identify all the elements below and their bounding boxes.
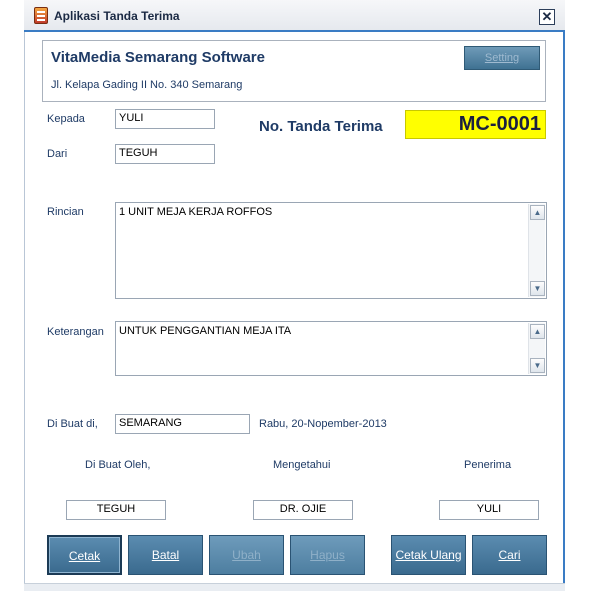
cari-button-label: Cari <box>498 548 521 562</box>
hapus-button[interactable]: Hapus <box>290 535 365 575</box>
rincian-label: Rincian <box>47 206 84 218</box>
dari-input[interactable]: TEGUH <box>115 144 215 164</box>
window-title: Aplikasi Tanda Terima <box>54 9 180 23</box>
scroll-up-icon[interactable]: ▲ <box>530 324 545 339</box>
dari-label: Dari <box>47 148 68 160</box>
batal-button-label: Batal <box>151 548 180 562</box>
dibuat-di-label: Di Buat di, <box>47 418 98 430</box>
date-text: Rabu, 20-Nopember-2013 <box>259 418 387 430</box>
rincian-text: 1 UNIT MEJA KERJA ROFFOS <box>119 206 273 218</box>
batal-button[interactable]: Batal <box>128 535 203 575</box>
cetak-button[interactable]: Cetak <box>47 535 122 575</box>
penerima-input[interactable]: YULI <box>439 500 539 520</box>
kepada-input[interactable]: YULI <box>115 109 215 129</box>
keterangan-text: UNTUK PENGGANTIAN MEJA ITA <box>119 325 292 337</box>
scroll-up-icon[interactable]: ▲ <box>530 205 545 220</box>
company-header: VitaMedia Semarang Software Jl. Kelapa G… <box>42 40 546 102</box>
scroll-down-icon[interactable]: ▼ <box>530 281 545 296</box>
rincian-scrollbar[interactable]: ▲ ▼ <box>528 204 545 297</box>
keterangan-textarea[interactable]: UNTUK PENGGANTIAN MEJA ITA ▲ ▼ <box>115 321 547 376</box>
window-bottom-border <box>24 583 565 591</box>
cetak-button-label: Cetak <box>68 549 101 563</box>
ubah-button-label: Ubah <box>232 548 261 562</box>
kepada-label: Kepada <box>47 113 85 125</box>
keterangan-label: Keterangan <box>47 326 104 338</box>
dibuat-oleh-label: Di Buat Oleh, <box>85 459 151 471</box>
company-address: Jl. Kelapa Gading II No. 340 Semarang <box>51 79 243 91</box>
penerima-label: Penerima <box>464 459 512 471</box>
scroll-down-icon[interactable]: ▼ <box>530 358 545 373</box>
dibuat-di-input[interactable]: SEMARANG <box>115 414 250 434</box>
cetak-ulang-button-label: Cetak Ulang <box>395 548 462 562</box>
mengetahui-label: Mengetahui <box>273 459 331 471</box>
hapus-button-label: Hapus <box>310 548 345 562</box>
cetak-ulang-button[interactable]: Cetak Ulang <box>391 535 466 575</box>
mengetahui-input[interactable]: DR. OJIE <box>253 500 353 520</box>
ubah-button[interactable]: Ubah <box>209 535 284 575</box>
app-document-icon <box>34 7 48 24</box>
no-tanda-terima-label: No. Tanda Terima <box>259 118 383 135</box>
no-tanda-terima-value: MC-0001 <box>405 110 546 139</box>
close-button[interactable]: ✕ <box>539 9 555 25</box>
company-name: VitaMedia Semarang Software <box>51 49 265 66</box>
cari-button[interactable]: Cari <box>472 535 547 575</box>
title-bar: Aplikasi Tanda Terima ✕ <box>24 0 565 32</box>
dibuat-oleh-input[interactable]: TEGUH <box>66 500 166 520</box>
keterangan-scrollbar[interactable]: ▲ ▼ <box>528 323 545 374</box>
rincian-textarea[interactable]: 1 UNIT MEJA KERJA ROFFOS ▲ ▼ <box>115 202 547 299</box>
setting-button[interactable]: Setting <box>464 46 540 70</box>
